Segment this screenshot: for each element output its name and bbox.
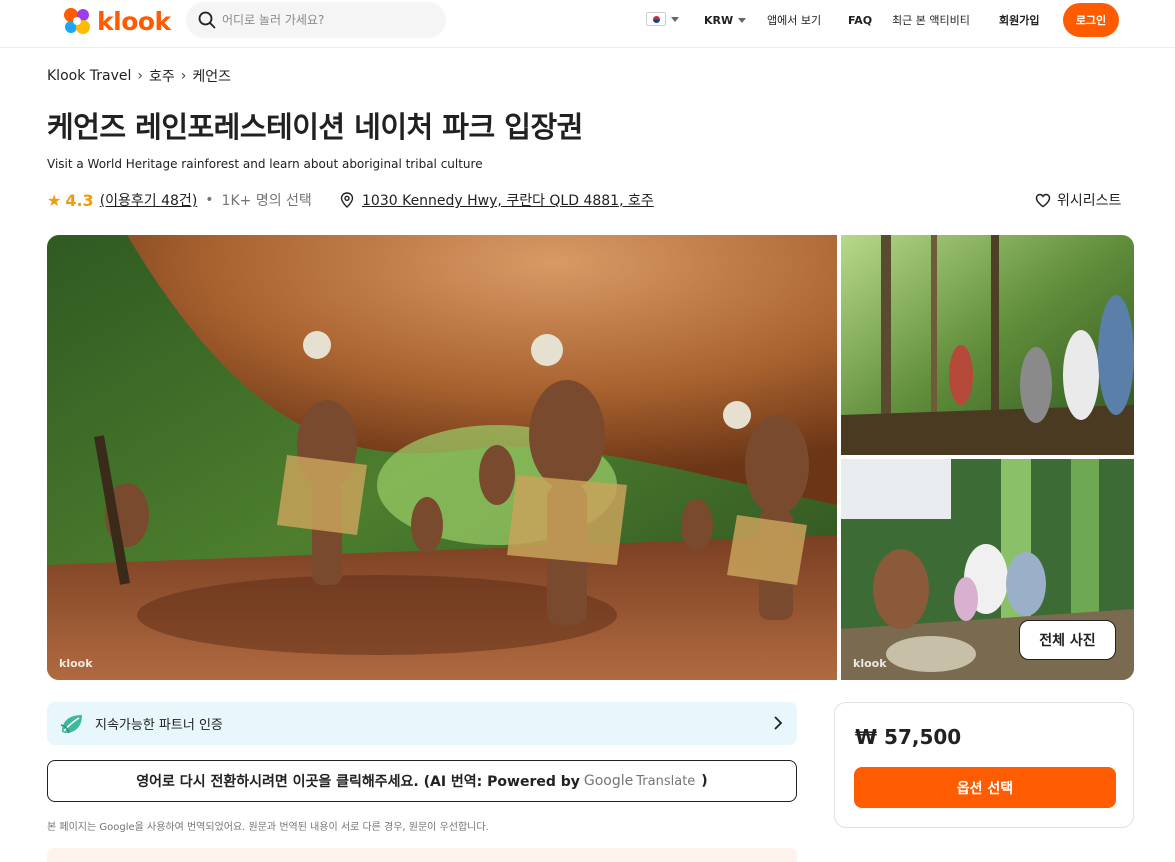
- star-icon: ★: [47, 190, 62, 210]
- breadcrumb: Klook Travel › 호주 › 케언즈: [47, 66, 231, 86]
- price: ₩ 57,500: [855, 725, 962, 749]
- nav-label: 회원가입: [999, 14, 1040, 27]
- logo-text: klook: [97, 6, 171, 36]
- klook-logo[interactable]: klook: [61, 6, 171, 36]
- rating-value: 4.3: [65, 190, 94, 210]
- currency-selector[interactable]: KRW: [704, 0, 747, 40]
- nav-signup[interactable]: 회원가입: [999, 0, 1039, 40]
- language-selector[interactable]: [646, 12, 679, 26]
- korea-flag-icon: [646, 12, 666, 26]
- chevron-down-icon: [671, 16, 679, 22]
- heart-icon: [1035, 193, 1051, 207]
- nav-faq[interactable]: FAQ: [848, 0, 872, 40]
- separator-dot: •: [205, 192, 214, 208]
- booking-card: ₩ 57,500 옵션 선택: [834, 702, 1134, 828]
- booked-count: 1K+ 명의 선택: [221, 193, 312, 209]
- klook-watermark: klook: [59, 657, 93, 670]
- select-option-button[interactable]: 옵션 선택: [854, 767, 1116, 808]
- top-header: klook KRW 앱에서 보기 FAQ 최근 본 액티비티 회원가입 로그인: [0, 0, 1175, 48]
- translation-note: 본 페이지는 Google을 사용하여 번역되었어요. 원문과 번역된 내용이 …: [47, 822, 489, 833]
- nav-app-view[interactable]: 앱에서 보기: [767, 0, 821, 40]
- address-row[interactable]: 1030 Kennedy Hwy, 쿠란다 QLD 4881, 호주: [340, 190, 654, 210]
- breadcrumb-item[interactable]: 케언즈: [192, 66, 231, 86]
- nav-label: FAQ: [848, 13, 873, 27]
- breadcrumb-item[interactable]: 호주: [149, 66, 175, 86]
- klook-watermark: klook: [853, 657, 887, 670]
- wishlist-label: 위시리스트: [1057, 193, 1122, 209]
- google-logo-text: Google: [583, 773, 634, 789]
- translate-word: Translate: [636, 773, 696, 789]
- chevron-down-icon: [738, 17, 747, 23]
- search-bar[interactable]: [186, 2, 446, 38]
- currency-label: KRW: [704, 13, 734, 27]
- leaf-icon: [60, 714, 82, 733]
- search-icon: [198, 11, 216, 29]
- partner-label: 지속가능한 파트너 인증: [95, 718, 223, 733]
- chevron-right-icon: ›: [137, 68, 143, 84]
- page-title: 케언즈 레인포레스테이션 네이처 파크 입장권: [47, 110, 583, 144]
- chevron-right-icon: [774, 716, 783, 730]
- nav-label: 최근 본 액티비티: [892, 14, 970, 27]
- translate-toggle-button[interactable]: 영어로 다시 전환하시려면 이곳을 클릭해주세요. (AI 번역: Powere…: [47, 760, 797, 802]
- location-pin-icon: [340, 192, 354, 208]
- rating-row: ★ 4.3 (이용후기 48건) • 1K+ 명의 선택: [47, 190, 312, 210]
- nav-label: 앱에서 보기: [767, 14, 822, 27]
- gallery-photo-2[interactable]: [841, 235, 1134, 455]
- wishlist-button[interactable]: 위시리스트: [1035, 190, 1121, 210]
- page-subtitle: Visit a World Heritage rainforest and le…: [47, 157, 483, 171]
- aboriginal-dance-photo: [47, 235, 837, 680]
- login-button[interactable]: 로그인: [1063, 3, 1119, 37]
- translate-text: 영어로 다시 전환하시려면 이곳을 클릭해주세요. (AI 번역: Powere…: [136, 774, 580, 790]
- gallery-main-photo[interactable]: klook: [47, 235, 837, 680]
- chevron-right-icon: ›: [180, 68, 187, 84]
- sustainable-partner-banner[interactable]: 지속가능한 파트너 인증: [47, 702, 797, 745]
- address-link[interactable]: 1030 Kennedy Hwy, 쿠란다 QLD 4881, 호주: [362, 190, 654, 210]
- klook-logo-icon: [64, 8, 90, 34]
- reviews-link[interactable]: (이용후기 48건): [100, 190, 198, 210]
- all-photos-button[interactable]: 전체 사진: [1019, 620, 1116, 660]
- next-section-peek: [47, 848, 797, 862]
- search-input[interactable]: [222, 13, 422, 27]
- nav-recently-viewed[interactable]: 최근 본 액티비티: [892, 0, 970, 40]
- close-paren: ): [701, 773, 708, 789]
- rainforest-walk-photo: [841, 235, 1134, 455]
- breadcrumb-item[interactable]: Klook Travel: [47, 68, 131, 84]
